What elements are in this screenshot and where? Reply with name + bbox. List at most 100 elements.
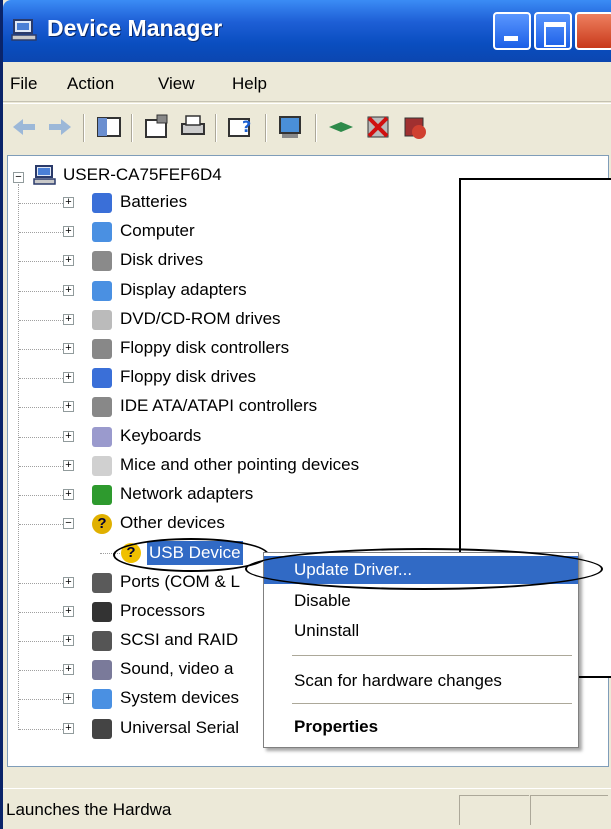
tree-expand-toggle[interactable]: − [63,518,74,530]
forward-arrow-icon[interactable] [43,112,75,142]
status-text: Launches the Hardwa [6,800,172,819]
tree-item-label[interactable]: System devices [118,687,241,716]
usb-icon [92,718,112,739]
tree-item-label[interactable]: Network adapters [118,483,255,512]
tree-item-label[interactable]: Computer [118,220,197,249]
menu-help[interactable]: Help [232,74,267,94]
menu-view[interactable]: View [158,74,195,94]
back-arrow-icon[interactable] [9,112,41,142]
tree-connector-line [19,495,63,496]
monitor-icon [92,280,112,301]
tree-item-label[interactable]: USB Device [147,541,243,566]
context-uninstall[interactable]: Uninstall [264,617,578,645]
scan-hardware-icon[interactable] [275,112,307,142]
tree-item-label[interactable]: Display adapters [118,279,249,308]
context-update-driver[interactable]: Update Driver... [264,556,578,584]
tree-expand-toggle[interactable]: + [63,197,74,208]
tree-expand-toggle[interactable]: + [63,313,74,325]
window-title: Device Manager [47,15,223,41]
menu-bar: File Action View Help [3,62,611,102]
tree-expand-toggle[interactable]: + [63,343,74,354]
system-icon [92,689,112,710]
close-button[interactable] [575,12,611,50]
status-pane-3 [530,795,608,825]
device-manager-app-icon [11,19,37,41]
mouse-icon [92,455,112,476]
help-icon[interactable]: ? [225,112,257,142]
tree-connector-line [19,290,63,292]
tree-connector-line [19,232,63,234]
tree-item-label[interactable]: Sound, video a [118,658,235,687]
tree-connector-line [19,378,63,380]
network-icon [92,485,112,505]
controller-icon [92,397,112,418]
menu-file[interactable]: File [10,74,37,94]
toolbar-separator [315,114,317,142]
tree-item-label[interactable]: Floppy disk controllers [118,337,291,366]
device-manager-window: Device Manager File Action View Help ? −… [0,0,611,829]
tree-connector-line [19,349,63,350]
keyboard-icon [92,426,112,447]
minimize-button[interactable] [493,12,531,50]
menu-action[interactable]: Action [67,74,114,94]
tree-expand-toggle[interactable]: + [63,576,74,588]
context-scan-hardware[interactable]: Scan for hardware changes [264,667,578,695]
tree-connector-line [19,436,63,438]
uninstall-icon[interactable] [363,112,395,142]
tree-expand-toggle[interactable]: + [63,459,74,471]
tree-root-label[interactable]: USER-CA75FEF6D4 [63,165,222,185]
context-properties[interactable]: Properties [264,713,578,741]
tree-connector-line [19,465,63,467]
tree-item-label[interactable]: Disk drives [118,249,205,278]
tree-expand-toggle[interactable]: + [63,693,74,705]
update-driver-icon[interactable] [325,112,357,142]
sound-icon [92,660,112,681]
tree-expand-toggle[interactable]: + [63,635,74,646]
tree-item-label[interactable]: Processors [118,600,207,629]
tree-connector-line [19,699,63,701]
tree-expand-toggle[interactable]: + [63,372,74,384]
tree-item-label[interactable]: Keyboards [118,425,203,454]
port-icon [92,572,112,593]
scsi-icon [92,631,112,651]
tree-expand-toggle[interactable]: + [63,489,74,500]
status-bar: Launches the Hardwa [3,788,611,829]
properties-icon[interactable] [141,112,173,142]
context-disable[interactable]: Disable [264,587,578,615]
tree-connector-line [19,407,63,409]
tree-expand-toggle[interactable]: + [63,722,74,734]
tree-expand-toggle[interactable]: + [63,605,74,617]
tree-connector-line [19,582,63,584]
disable-icon[interactable] [399,112,431,142]
tree-item-label[interactable]: Batteries [118,191,189,220]
tree-expand-toggle[interactable]: + [63,284,74,296]
tree-item-label[interactable]: Universal Serial [118,717,241,746]
maximize-button[interactable] [534,12,572,50]
tree-item-label[interactable]: IDE ATA/ATAPI controllers [118,395,319,424]
context-separator [292,655,572,656]
tree-connector-line [19,641,63,642]
tree-item-label[interactable]: Other devices [118,512,227,541]
print-icon[interactable] [177,112,209,142]
root-collapse-toggle[interactable]: − [13,172,24,183]
title-bar[interactable]: Device Manager [3,0,611,62]
tree-expand-toggle[interactable]: + [63,255,74,267]
tree-connector-line [19,203,63,204]
tree-expand-toggle[interactable]: + [63,664,74,676]
tree-expand-toggle[interactable]: + [63,226,74,238]
tree-item-label[interactable]: DVD/CD-ROM drives [118,308,283,337]
tree-item-label[interactable]: SCSI and RAID [118,629,240,658]
context-menu: Update Driver... Disable Uninstall Scan … [263,552,579,748]
computer-icon [92,222,112,243]
tree-connector-line [19,670,63,672]
tree-expand-toggle[interactable]: + [63,401,74,413]
tree-item-label[interactable]: Mice and other pointing devices [118,454,361,483]
tree-item-label[interactable]: Ports (COM & L [118,571,242,600]
svg-text:?: ? [242,117,251,136]
tree-item-label[interactable]: Floppy disk drives [118,366,258,395]
status-pane-2 [459,795,529,825]
toolbar: ? [3,103,611,151]
show-hide-tree-icon[interactable] [93,112,125,142]
tree-connector-line [19,319,63,321]
tree-expand-toggle[interactable]: + [63,430,74,442]
